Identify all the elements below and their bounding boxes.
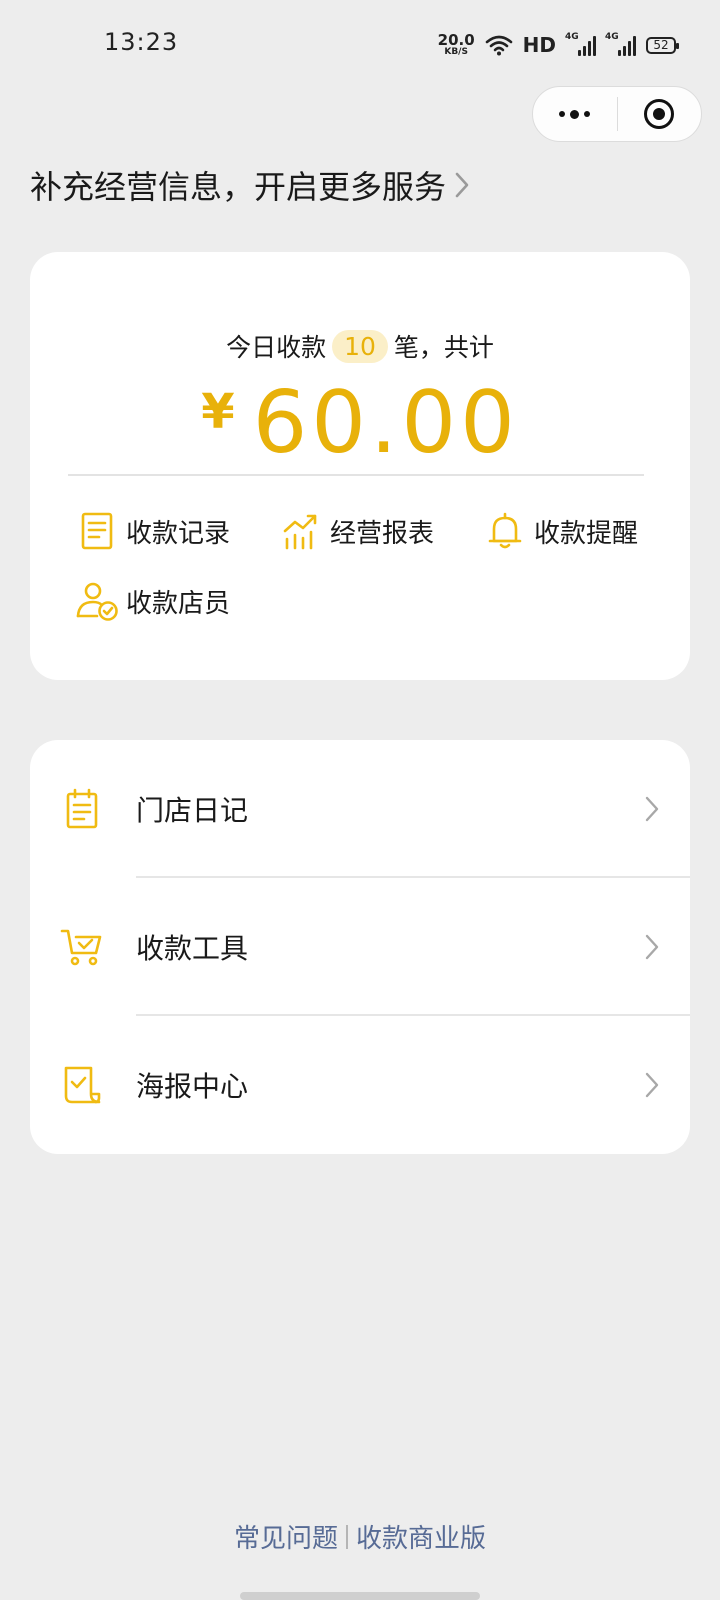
amount-value: 60.00: [252, 373, 519, 473]
shortcut-business-report[interactable]: 经营报表: [278, 508, 434, 554]
chevron-right-icon: [645, 934, 659, 960]
chevron-right-icon: [645, 796, 659, 822]
status-icons: 20.0 KB/S HD 4G 4G 52: [437, 28, 679, 62]
card-divider: [68, 474, 644, 476]
supplement-info-link[interactable]: 补充经营信息，开启更多服务: [30, 160, 470, 210]
mini-program-capsule: [532, 86, 702, 142]
receipt-record-icon: [74, 508, 120, 554]
chevron-right-icon: [455, 172, 469, 198]
close-mini-program-button[interactable]: [618, 87, 702, 141]
today-amount: ¥ 60.00: [30, 380, 690, 466]
footer-links: 常见问题 收款商业版: [0, 1518, 720, 1555]
menu-item-payment-tools[interactable]: 收款工具: [30, 878, 690, 1016]
business-edition-link[interactable]: 收款商业版: [356, 1518, 486, 1555]
banner-text: 补充经营信息，开启更多服务: [30, 168, 447, 206]
poster-check-icon: [58, 1061, 106, 1109]
battery-icon: 52: [646, 36, 679, 54]
menu-card: 门店日记 收款工具 海报中心: [30, 740, 690, 1154]
report-chart-icon: [278, 508, 324, 554]
shortcut-label: 经营报表: [330, 518, 435, 549]
summary-card: 今日收款 10 笔，共计 ¥ 60.00 收款记录 经营报表 收款提醒 收款店员: [30, 252, 690, 680]
menu-label: 收款工具: [136, 932, 249, 965]
wifi-icon: [485, 35, 512, 56]
hd-indicator: HD: [522, 33, 556, 57]
menu-label: 海报中心: [136, 1070, 249, 1103]
more-dots-icon: [559, 109, 591, 119]
faq-link[interactable]: 常见问题: [234, 1518, 338, 1555]
more-button[interactable]: [533, 87, 617, 141]
shortcut-cashier-staff[interactable]: 收款店员: [74, 578, 230, 624]
menu-item-poster-center[interactable]: 海报中心: [30, 1016, 690, 1154]
bell-icon: [482, 508, 528, 554]
home-indicator[interactable]: [240, 1592, 480, 1600]
status-time: 13:23: [104, 28, 179, 56]
shortcut-label: 收款店员: [126, 588, 231, 619]
footer-separator: [346, 1524, 348, 1549]
signal-icon: 4G: [565, 32, 596, 56]
today-summary: 今日收款 10 笔，共计: [226, 329, 494, 363]
net-speed: 20.0 KB/S: [437, 31, 475, 57]
transaction-count: 10: [332, 329, 388, 363]
shortcut-payment-reminder[interactable]: 收款提醒: [482, 508, 638, 554]
notepad-icon: [58, 785, 106, 833]
shortcut-receipt-records[interactable]: 收款记录: [74, 508, 230, 554]
menu-item-store-diary[interactable]: 门店日记: [30, 740, 690, 878]
staff-check-icon: [74, 578, 120, 624]
shortcut-label: 收款记录: [126, 518, 231, 549]
menu-label: 门店日记: [136, 794, 249, 827]
signal-icon: 4G: [605, 32, 636, 56]
cart-check-icon: [58, 923, 106, 971]
chevron-right-icon: [645, 1072, 659, 1098]
shortcut-label: 收款提醒: [534, 518, 639, 549]
currency-symbol: ¥: [201, 384, 235, 440]
target-icon: [644, 99, 675, 129]
